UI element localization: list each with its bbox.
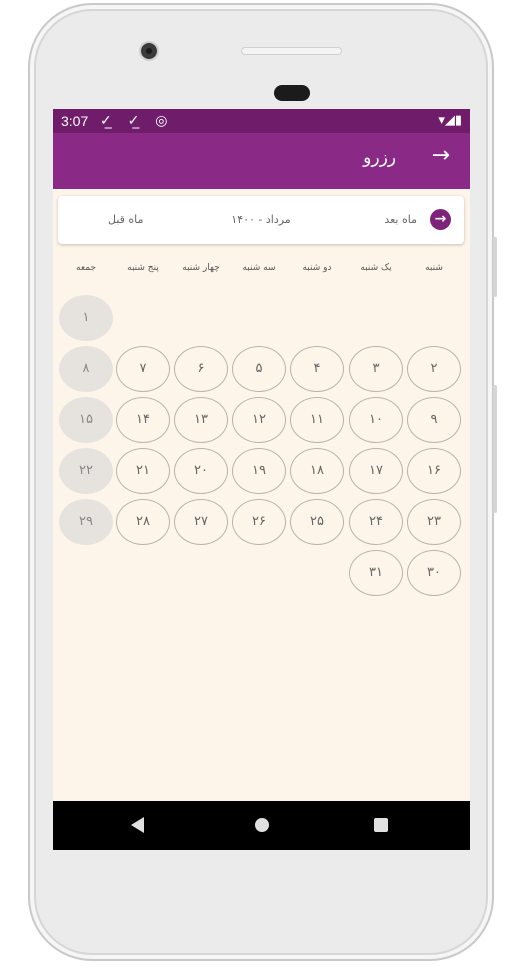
calendar-day[interactable]: ۲۳ [407, 499, 461, 545]
calendar-day[interactable]: ۱۳ [174, 397, 228, 443]
calendar-day[interactable]: ۳۰ [407, 550, 461, 596]
front-camera [139, 41, 159, 61]
calendar-day[interactable]: ۲۱ [116, 448, 170, 494]
calendar-day[interactable]: ۱۰ [349, 397, 403, 443]
system-nav-bar [53, 801, 470, 850]
calendar-day[interactable]: ۲۴ [349, 499, 403, 545]
calendar-day[interactable]: ۱۷ [349, 448, 403, 494]
calendar-day[interactable]: ۲۰ [174, 448, 228, 494]
calendar-day[interactable]: ۱۶ [407, 448, 461, 494]
calendar-day[interactable]: ۲۷ [174, 499, 228, 545]
calendar-day[interactable]: ۳۱ [349, 550, 403, 596]
volume-button [493, 385, 497, 513]
calendar-day[interactable]: ۷ [116, 346, 170, 392]
calendar-day[interactable]: ۲۵ [290, 499, 344, 545]
power-button [493, 237, 497, 297]
calendar-day-friday: ۲۹ [59, 499, 113, 545]
calendar-day[interactable]: ۵ [232, 346, 286, 392]
calendar-day-friday: ۲۲ [59, 448, 113, 494]
calendar-day[interactable]: ۲۸ [116, 499, 170, 545]
calendar-day-friday: ۱ [59, 295, 113, 341]
calendar-day[interactable]: ۱۱ [290, 397, 344, 443]
calendar-day-friday: ۸ [59, 346, 113, 392]
proximity-sensor [274, 85, 310, 101]
calendar-day[interactable]: ۶ [174, 346, 228, 392]
calendar-day[interactable]: ۱۹ [232, 448, 286, 494]
nav-back-icon[interactable] [131, 817, 144, 833]
calendar-day-friday: ۱۵ [59, 397, 113, 443]
calendar-grid: ۱ ۲ ۳ ۴ ۵ ۶ ۷ ۸ ۹ ۱۰ ۱۱ ۱۲ ۱۳ ۱۴ ۱۵ ۱۶ ۱۷ ۱۸ ۱۹ ۲۰ ۲۱ ۲۲ ۲۳ ۲۴ ۲… [53, 109, 470, 850]
nav-recents-icon[interactable] [374, 818, 388, 832]
calendar-day[interactable]: ۲۶ [232, 499, 286, 545]
earpiece-speaker [241, 47, 342, 55]
calendar-day[interactable]: ۲ [407, 346, 461, 392]
calendar-day[interactable]: ۹ [407, 397, 461, 443]
calendar-day[interactable]: ۱۸ [290, 448, 344, 494]
calendar-day[interactable]: ۱۲ [232, 397, 286, 443]
calendar-day[interactable]: ۳ [349, 346, 403, 392]
nav-home-icon[interactable] [255, 818, 269, 832]
calendar-day[interactable]: ۴ [290, 346, 344, 392]
calendar-day[interactable]: ۱۴ [116, 397, 170, 443]
screen: 3:07 ✓̲ ✓̲ ◎ ▾◢▮ رزرو → → ماه بعد مرداد … [53, 109, 470, 850]
